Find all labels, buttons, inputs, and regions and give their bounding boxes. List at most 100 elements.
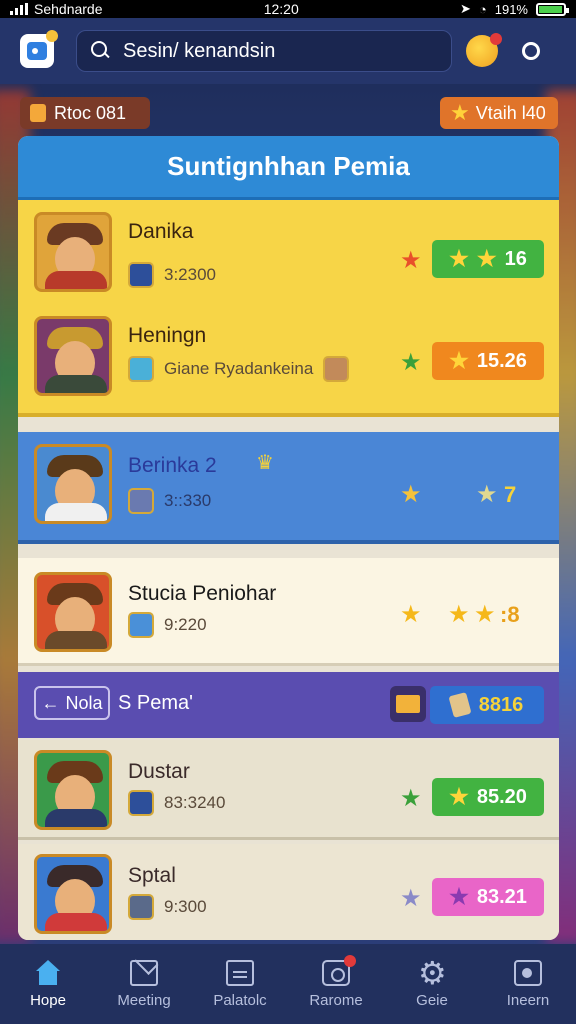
section-score-value: 8816 bbox=[478, 693, 524, 716]
star-icon: ★ bbox=[400, 481, 422, 508]
list-item[interactable]: Dustar 83:3240 ★ ★ 85.20 bbox=[18, 740, 559, 840]
player-stat: 9:300 bbox=[128, 894, 207, 920]
avatar bbox=[34, 444, 112, 524]
star-icon: ★ bbox=[449, 884, 469, 909]
star-icon: ★ bbox=[400, 885, 422, 912]
menu-circle-icon[interactable] bbox=[522, 42, 540, 60]
app-logo-icon[interactable] bbox=[20, 30, 58, 68]
back-label: Nola bbox=[65, 692, 103, 713]
player-stat: 83:3240 bbox=[128, 790, 225, 816]
player-name: Stucia Peniohar bbox=[128, 582, 277, 605]
avatar bbox=[34, 212, 112, 292]
star-icon: ★ bbox=[449, 348, 469, 373]
chat-icon bbox=[128, 356, 154, 382]
mail-icon bbox=[130, 959, 158, 986]
score-badge: ★ 83.21 bbox=[432, 878, 544, 916]
score-value: 7 bbox=[504, 482, 517, 507]
score-value: 15.26 bbox=[476, 349, 527, 372]
player-name: Berinka 2 bbox=[128, 454, 217, 477]
nav-label: Palatolc bbox=[213, 991, 267, 1009]
leaderboard-title: Suntignhhan Pemia bbox=[18, 136, 559, 200]
list-item[interactable]: Stucia Peniohar 9:220 ★ ★ ★ :8 bbox=[18, 558, 559, 666]
star-icon: ★ bbox=[476, 481, 498, 508]
player-stat-value: 3:2300 bbox=[164, 265, 216, 284]
home-icon bbox=[34, 959, 62, 986]
score-badge: ★ 85.20 bbox=[432, 778, 544, 816]
search-input[interactable]: Sesin/ kenandsin bbox=[76, 30, 452, 72]
player-stat-value: 9:220 bbox=[164, 615, 207, 634]
section-score: 8816 bbox=[430, 686, 544, 724]
nav-item-camera[interactable]: Rarome bbox=[291, 954, 381, 1009]
back-button[interactable]: ← Nola bbox=[34, 686, 110, 720]
nav-label: Hope bbox=[30, 991, 66, 1009]
score-badge: ★ ★ 16 bbox=[432, 240, 544, 278]
star-icon: ★ bbox=[448, 601, 470, 628]
nav-item-settings[interactable]: Geie bbox=[387, 954, 477, 1009]
section-header: ← Nola S Pema' 8816 bbox=[18, 672, 559, 738]
battery-label: 191% bbox=[494, 1, 528, 17]
sword-icon bbox=[128, 262, 154, 288]
back-arrow-icon: ← bbox=[41, 692, 60, 713]
nav-label: Ineern bbox=[506, 991, 550, 1009]
notification-badge bbox=[344, 954, 356, 967]
list-item[interactable]: Danika 3:2300 ★ ★ ★ 16 bbox=[18, 212, 559, 304]
star-pill-label: Vtaih l40 bbox=[475, 102, 546, 123]
star-icon: ★ bbox=[449, 784, 469, 809]
clock: 12:20 bbox=[263, 1, 299, 17]
star-icon: ★ bbox=[400, 785, 422, 812]
nav-item-notes[interactable]: Palatolc bbox=[195, 959, 285, 1009]
currency-pill[interactable]: Rtoc 081 bbox=[20, 97, 150, 129]
nav-item-messages[interactable]: Meeting bbox=[99, 959, 189, 1009]
avatar bbox=[34, 854, 112, 934]
battery-icon bbox=[535, 2, 569, 16]
sword-icon bbox=[128, 790, 154, 816]
search-icon bbox=[91, 41, 111, 61]
nav-label: Geie bbox=[416, 991, 448, 1009]
nav-label: Meeting bbox=[117, 991, 171, 1009]
bottom-nav: Hope Meeting Palatolc Rarome Geie Ineern bbox=[0, 944, 576, 1024]
book-icon bbox=[128, 488, 154, 514]
notification-badge bbox=[490, 33, 502, 45]
player-stat-value: 3::330 bbox=[164, 491, 212, 510]
status-bar: Sehdnarde 12:20 ➤ ◔ 191% bbox=[0, 0, 576, 18]
star-pill[interactable]: ★ Vtaih l40 bbox=[440, 97, 558, 129]
list-item[interactable]: Berinka 2 ♛ 3::330 ★ ★ 7 bbox=[18, 432, 559, 544]
carrier-label: Sehdnarde bbox=[34, 1, 103, 17]
envelope-button[interactable] bbox=[390, 686, 426, 722]
player-stat-value: 83:3240 bbox=[164, 793, 226, 812]
location-icon: ➤ bbox=[459, 1, 471, 16]
nav-item-home[interactable]: Hope bbox=[3, 959, 93, 1009]
alarm-icon: ◔ bbox=[478, 1, 487, 17]
leaderboard-panel: Suntignhhan Pemia Danika 3:2300 ★ ★ ★ 16 … bbox=[18, 136, 559, 940]
star-icon: ★ bbox=[476, 246, 497, 271]
nav-item-profile[interactable]: Ineern bbox=[483, 959, 573, 1009]
list-item[interactable]: Heningn Giane Ryadankeina ★ ★ 15.26 bbox=[18, 316, 559, 408]
emoji-notification-button[interactable] bbox=[466, 33, 502, 67]
avatar bbox=[34, 316, 112, 396]
star-icon: ★ bbox=[400, 601, 422, 628]
note-icon bbox=[226, 959, 254, 986]
face-icon bbox=[323, 356, 350, 382]
star-icon: ★ bbox=[450, 100, 470, 125]
ticket-icon bbox=[128, 894, 154, 920]
player-name: Danika bbox=[128, 220, 194, 243]
score-value: 83.21 bbox=[476, 885, 527, 908]
currency-label: Rtoc 081 bbox=[54, 102, 127, 123]
star-icon: ★ bbox=[449, 246, 469, 271]
section-title: S Pema' bbox=[118, 692, 193, 714]
star-icon: ★ bbox=[474, 601, 496, 628]
status-left: Sehdnarde bbox=[10, 1, 103, 17]
camera-icon bbox=[322, 954, 356, 986]
avatar bbox=[34, 572, 112, 652]
profile-icon bbox=[514, 959, 542, 986]
player-stat: 9:220 bbox=[128, 612, 207, 638]
nav-label: Rarome bbox=[309, 991, 363, 1009]
app-bar: Sesin/ kenandsin bbox=[0, 18, 576, 84]
player-name: Sptal bbox=[128, 864, 176, 887]
list-item[interactable]: Sptal 9:300 ★ ★ 83.21 bbox=[18, 844, 559, 940]
player-name: Dustar bbox=[128, 760, 190, 783]
player-stat-value: 9:300 bbox=[164, 897, 207, 916]
player-stat: 3:2300 bbox=[128, 262, 216, 288]
score-value: 85.20 bbox=[476, 785, 527, 808]
ticket-icon bbox=[448, 692, 472, 718]
